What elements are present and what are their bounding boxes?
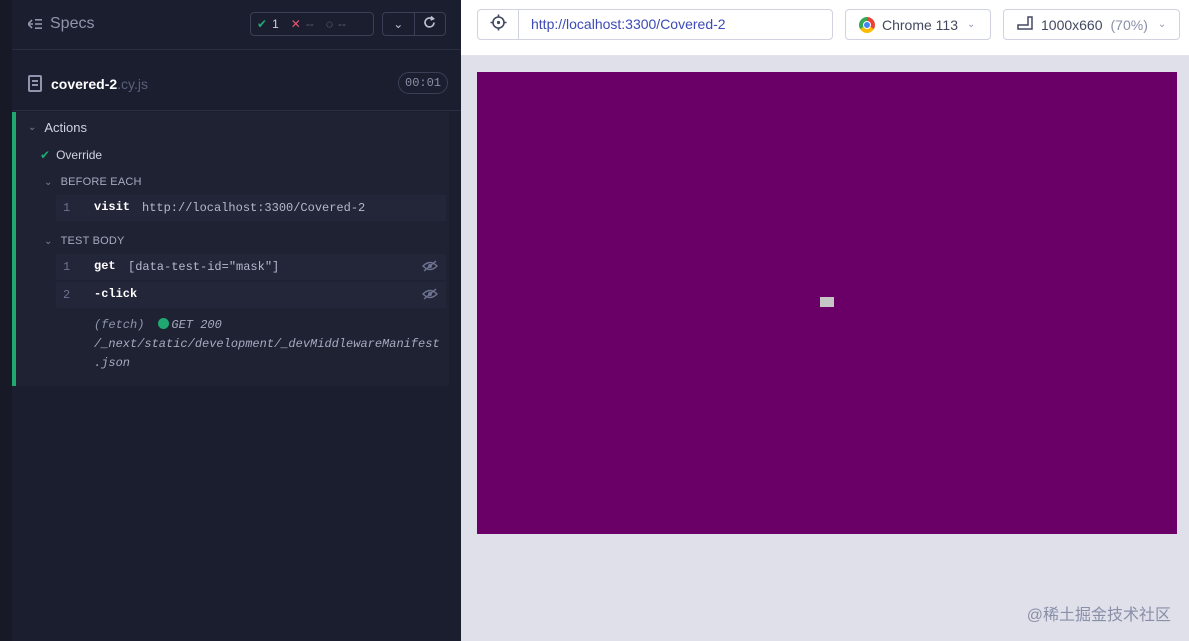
pending-stat: ◌ -- xyxy=(320,17,352,31)
command-number: 1 xyxy=(63,260,71,274)
test-title: Override xyxy=(56,148,103,162)
viewport-icon xyxy=(1017,16,1033,33)
chevron-down-icon: ⌄ xyxy=(1157,19,1167,30)
check-icon: ✔ xyxy=(40,148,51,162)
test-body-label: TEST BODY xyxy=(60,235,125,247)
selector-playground-button[interactable] xyxy=(478,10,519,39)
url-text[interactable]: http://localhost:3300/Covered-2 xyxy=(519,10,726,39)
failed-stat: ✕ -- xyxy=(285,17,320,31)
specs-toggle[interactable]: Specs xyxy=(28,15,94,33)
specs-title: Specs xyxy=(50,15,95,32)
specs-header: Specs ✔ 1 ✕ -- ◌ -- ⌄ xyxy=(12,0,461,50)
document-icon xyxy=(28,75,42,92)
fetch-log-entry[interactable]: (fetch) GET 200 /_next/static/development… xyxy=(94,316,440,373)
spec-file-basename: covered-2 xyxy=(51,76,118,92)
chevron-down-icon: ⌄ xyxy=(393,17,404,31)
test-header[interactable]: ✔ Override xyxy=(40,148,102,162)
command-name: -click xyxy=(94,287,138,301)
pending-icon: ◌ xyxy=(325,17,333,31)
status-dot-icon xyxy=(158,318,170,329)
test-body-header[interactable]: ⌄ TEST BODY xyxy=(44,235,125,247)
browser-select[interactable]: Chrome 113 ⌄ xyxy=(845,9,991,40)
chevron-down-icon: ⌄ xyxy=(44,176,53,188)
duration-badge: 00:01 xyxy=(398,72,449,94)
viewport-select[interactable]: 1000x660 (70%) ⌄ xyxy=(1003,9,1180,40)
command-row[interactable]: 1 get [data-test-id="mask"] xyxy=(56,254,446,280)
collapse-button[interactable]: ⌄ xyxy=(383,13,414,35)
command-arg: http://localhost:3300/Covered-2 xyxy=(142,201,366,215)
reporter-panel: Specs ✔ 1 ✕ -- ◌ -- ⌄ covered-2.cy.js 00… xyxy=(0,0,461,641)
covered-element[interactable] xyxy=(820,297,834,307)
crosshair-icon xyxy=(490,14,507,36)
suite-title: Actions xyxy=(44,120,88,135)
suite-block: ⌄ Actions ✔ Override ⌄ BEFORE EACH 1 vis… xyxy=(12,112,449,386)
check-icon: ✔ xyxy=(257,17,268,31)
fetch-path-continued: .json xyxy=(94,356,131,370)
passed-stat: ✔ 1 xyxy=(251,17,285,31)
chevron-down-icon: ⌄ xyxy=(28,122,37,133)
fetch-tag: (fetch) xyxy=(94,318,145,332)
chrome-icon xyxy=(859,16,875,33)
command-row[interactable]: 1 visit http://localhost:3300/Covered-2 xyxy=(56,195,446,221)
test-stats: ✔ 1 ✕ -- ◌ -- xyxy=(250,12,374,36)
chevron-down-icon: ⌄ xyxy=(44,235,53,247)
command-arg: [data-test-id="mask"] xyxy=(128,260,280,274)
browser-toolbar: http://localhost:3300/Covered-2 Chrome 1… xyxy=(461,0,1189,56)
viewport-scale: (70%) xyxy=(1110,16,1148,33)
spec-file-row[interactable]: covered-2.cy.js 00:01 xyxy=(12,57,461,111)
cross-icon: ✕ xyxy=(290,17,301,31)
fetch-status: GET 200 xyxy=(171,318,222,332)
header-controls: ⌄ xyxy=(382,12,446,36)
browser-name: Chrome 113 xyxy=(882,16,959,33)
passed-count: 1 xyxy=(272,17,279,31)
chevron-down-icon: ⌄ xyxy=(967,19,976,30)
rerun-button[interactable] xyxy=(413,13,446,35)
spec-file-ext: .cy.js xyxy=(117,76,149,92)
watermark: @稀土掘金技术社区 xyxy=(1026,607,1171,624)
command-number: 1 xyxy=(63,201,71,215)
specs-list-icon xyxy=(28,18,42,30)
fetch-path: /_next/static/development/_devMiddleware… xyxy=(94,337,440,351)
command-name: visit xyxy=(94,200,131,214)
failed-count: -- xyxy=(305,17,314,31)
spec-file-name: covered-2.cy.js xyxy=(51,76,148,92)
command-name: get xyxy=(94,259,116,273)
refresh-icon xyxy=(423,15,436,32)
before-each-label: BEFORE EACH xyxy=(60,176,142,188)
url-bar: http://localhost:3300/Covered-2 xyxy=(477,9,833,40)
eye-slash-icon xyxy=(422,288,438,304)
command-number: 2 xyxy=(63,288,71,302)
pending-count: -- xyxy=(337,17,346,31)
before-each-header[interactable]: ⌄ BEFORE EACH xyxy=(44,176,142,188)
viewport-size: 1000x660 xyxy=(1041,16,1103,33)
command-row[interactable]: 2 -click xyxy=(56,282,446,308)
eye-slash-icon xyxy=(422,260,438,276)
sidebar-strip xyxy=(0,0,12,641)
suite-header[interactable]: ⌄ Actions xyxy=(28,120,87,135)
